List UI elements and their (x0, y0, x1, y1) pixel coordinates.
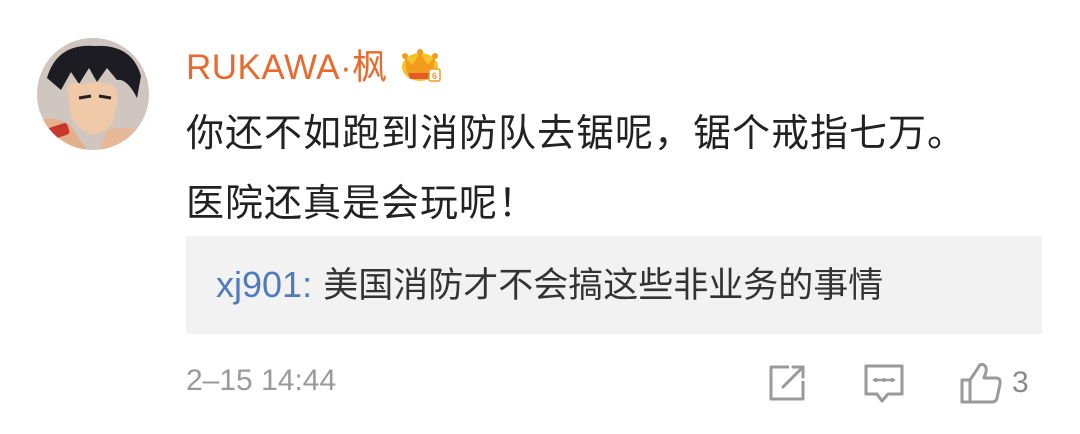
comment-icon (864, 364, 904, 403)
comment-button[interactable] (862, 360, 906, 406)
reply-text: 美国消防才不会搞这些非业务的事情 (312, 266, 884, 306)
username[interactable]: RUKAWA·枫 (186, 39, 388, 90)
avatar-image (37, 38, 149, 150)
crown-vip-icon: 6 (398, 43, 442, 85)
reply-line: xj901: 美国消防才不会搞这些非业务的事情 (216, 262, 883, 309)
comment-item: RUKAWA·枫 6 你还不如跑到消防队去锯呢，锯个戒指七万。医院还真是会玩呢！… (0, 0, 1080, 434)
like-count: 3 (1012, 366, 1029, 399)
reply-username[interactable]: xj901: (216, 264, 312, 305)
thumbs-up-icon (960, 362, 1002, 404)
share-edit-icon (769, 365, 805, 401)
like-button[interactable]: 3 (958, 360, 1029, 406)
reply-preview[interactable]: xj901: 美国消防才不会搞这些非业务的事情 (186, 236, 1042, 334)
share-button[interactable] (765, 360, 809, 406)
svg-text:6: 6 (432, 71, 437, 81)
timestamp: 2–15 14:44 (186, 364, 337, 397)
avatar[interactable] (37, 38, 149, 150)
comment-text: 你还不如跑到消防队去锯呢，锯个戒指七万。医院还真是会玩呢！ (186, 111, 967, 225)
username-row: RUKAWA·枫 6 (186, 40, 442, 88)
